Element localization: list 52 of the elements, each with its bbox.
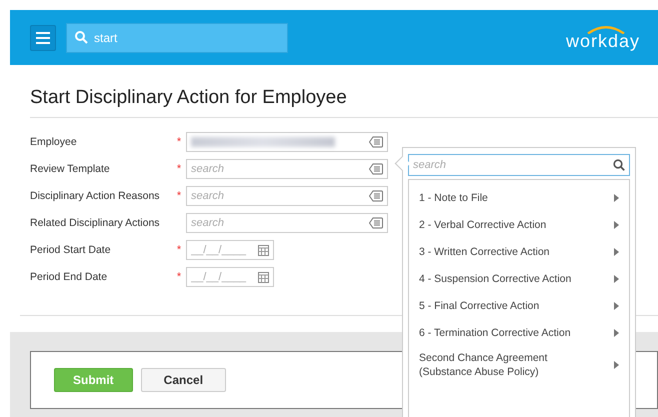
field-label: Employee [30,136,78,148]
prompt-icon[interactable] [369,190,383,202]
menu-button[interactable] [30,24,56,50]
option-item[interactable]: 6 - Termination Corrective Action [409,319,629,346]
search-icon [613,159,625,171]
prompt-field[interactable]: search [186,186,388,206]
search-value: start [94,30,118,44]
cancel-button[interactable]: Cancel [140,368,226,392]
search-input[interactable]: search [191,190,365,202]
expand-arrow-icon [614,361,619,369]
expand-arrow-icon [614,194,619,202]
required-mark: * [176,271,182,283]
logo: workday [566,30,640,50]
option-item[interactable]: Second Chance Agreement (Substance Abuse Policy) [409,346,629,384]
expand-arrow-icon [614,274,619,282]
option-item[interactable]: 5 - Final Corrective Action [409,292,629,319]
prompt-icon[interactable] [369,136,383,148]
calendar-icon[interactable] [258,272,269,282]
expand-arrow-icon [614,328,619,336]
logo-arc-icon [586,24,626,34]
prompt-field[interactable]: search [186,159,388,179]
expand-arrow-icon [614,302,619,310]
page-title: Start Disciplinary Action for Employee [30,87,658,118]
date-field[interactable]: __/__/____ [186,267,274,287]
calendar-icon[interactable] [258,244,269,256]
field-label: Related Disciplinary Actions [30,217,161,229]
field-label: Period Start Date [30,244,112,256]
option-item[interactable]: 2 - Verbal Corrective Action [409,211,629,238]
field-label: Period End Date [30,271,108,283]
expand-arrow-icon [614,220,619,228]
required-mark: * [176,136,182,148]
menu-icon [36,32,50,44]
search-input[interactable]: search [191,163,365,175]
prompt-icon[interactable] [369,217,383,229]
dropdown-search-field[interactable]: search [408,154,630,176]
required-mark: * [176,190,182,202]
date-input[interactable]: __/__/____ [191,244,254,256]
search-icon [75,31,88,44]
option-item[interactable]: 4 - Suspension Corrective Action [409,265,629,292]
expand-arrow-icon [614,248,619,256]
date-field[interactable]: __/__/____ [186,240,274,260]
search-input[interactable]: search [191,217,365,229]
option-item[interactable]: 1 - Note to File [409,184,629,211]
required-mark: * [176,244,182,256]
date-input[interactable]: __/__/____ [191,271,254,283]
employee-field[interactable] [186,132,388,152]
field-label: Review Template [30,163,111,175]
option-item[interactable]: 3 - Written Corrective Action [409,238,629,265]
required-mark: * [176,163,182,175]
field-label: Disciplinary Action Reasons [30,190,161,202]
prompt-icon[interactable] [369,163,383,175]
prompt-field[interactable]: search [186,213,388,233]
